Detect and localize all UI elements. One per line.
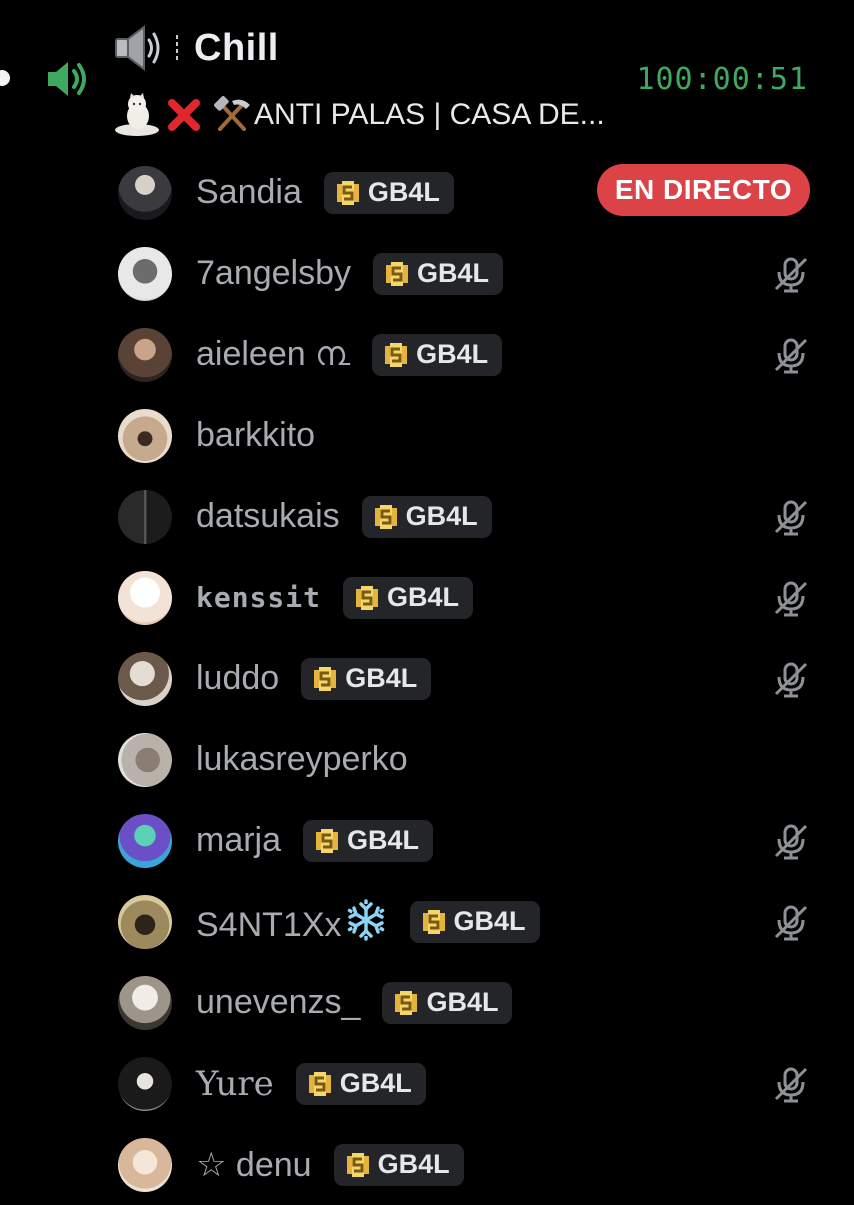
server-tag[interactable]: GB4L — [373, 252, 504, 295]
avatar — [118, 165, 172, 220]
member-row[interactable]: S4NT1Xx GB4L — [118, 881, 818, 962]
avatar — [118, 813, 172, 868]
channel-status: ANTI PALAS | CASA DE... — [112, 90, 605, 140]
member-name: barkkito — [196, 416, 316, 454]
unread-indicator — [0, 70, 10, 86]
member-name: 7angelsby — [196, 254, 352, 292]
member-row[interactable]: Sandia GB4L EN DIRECTO — [118, 152, 818, 233]
server-tag-label: GB4L — [416, 339, 489, 369]
member-name: marja — [196, 821, 282, 859]
member-name: unevenzs_ — [196, 983, 361, 1021]
coin-icon — [308, 1071, 331, 1096]
mic-muted-icon — [774, 500, 808, 536]
server-tag-label: GB4L — [347, 825, 420, 855]
speaker-icon — [115, 25, 160, 71]
voice-channel-header[interactable]: Chill 100:00:51 ANTI PALAS | CASA DE... — [112, 20, 832, 140]
server-tag-label: GB4L — [417, 258, 490, 288]
server-tag-label: GB4L — [367, 177, 440, 207]
server-tag-label: GB4L — [339, 1068, 412, 1098]
member-row[interactable]: lukasreyperko — [118, 719, 818, 800]
mic-muted-icon — [774, 1067, 808, 1103]
server-tag[interactable]: GB4L — [301, 657, 432, 700]
voice-member-list: Sandia GB4L EN DIRECTO 7angelsby GB4L ai… — [118, 152, 818, 1205]
member-row[interactable]: ☆ denu GB4L — [118, 1124, 818, 1205]
avatar — [118, 327, 172, 382]
red-x-icon — [168, 99, 200, 131]
coin-icon — [395, 990, 418, 1015]
member-name: datsukais — [196, 497, 340, 535]
cat-sticker-icon — [115, 93, 159, 136]
avatar — [118, 246, 172, 301]
channel-name: Chill — [194, 26, 279, 69]
server-tag[interactable]: GB4L — [303, 819, 434, 862]
mic-muted-icon — [774, 581, 808, 617]
coin-icon — [386, 261, 409, 286]
avatar — [118, 1137, 172, 1192]
server-tag[interactable]: GB4L — [409, 900, 540, 943]
server-tag[interactable]: GB4L — [343, 576, 474, 619]
server-tag-label: GB4L — [345, 663, 418, 693]
member-row[interactable]: unevenzs_ GB4L — [118, 962, 818, 1043]
coin-icon — [316, 828, 339, 853]
server-tag[interactable]: GB4L — [372, 333, 503, 376]
avatar — [118, 651, 172, 706]
member-row[interactable]: aieleen ൩ GB4L — [118, 314, 818, 395]
member-row[interactable]: Yure GB4L — [118, 1043, 818, 1124]
member-row[interactable]: kenssit GB4L — [118, 557, 818, 638]
snowflake-icon — [347, 899, 384, 941]
server-tag-label: GB4L — [377, 1149, 450, 1179]
member-name: Yure — [196, 1063, 274, 1104]
member-row[interactable]: marja GB4L — [118, 800, 818, 881]
server-tag[interactable]: GB4L — [382, 981, 513, 1024]
coin-icon — [314, 666, 337, 691]
member-name: lukasreyperko — [196, 740, 408, 778]
member-name: ☆ denu — [196, 1145, 312, 1184]
coin-icon — [356, 585, 379, 610]
avatar — [118, 489, 172, 544]
mic-muted-icon — [774, 257, 808, 293]
avatar — [118, 1056, 172, 1111]
member-name: aieleen ൩ — [196, 335, 351, 373]
coin-icon — [346, 1152, 369, 1177]
live-badge[interactable]: EN DIRECTO — [596, 164, 810, 216]
coin-icon — [374, 504, 397, 529]
mic-muted-icon — [774, 338, 808, 374]
member-row[interactable]: 7angelsby GB4L — [118, 233, 818, 314]
channel-status-text: ANTI PALAS | CASA DE... — [254, 98, 605, 131]
avatar — [118, 570, 172, 625]
mic-muted-icon — [774, 905, 808, 941]
server-tag[interactable]: GB4L — [323, 171, 454, 214]
member-row[interactable]: barkkito — [118, 395, 818, 476]
mic-muted-icon — [774, 662, 808, 698]
member-name: kenssit — [196, 581, 322, 614]
mic-muted-icon — [774, 824, 808, 860]
server-tag-label: GB4L — [387, 582, 460, 612]
member-name: Sandia — [196, 173, 302, 211]
server-tag[interactable]: GB4L — [333, 1143, 464, 1186]
server-tag-label: GB4L — [405, 501, 478, 531]
channel-title-row: Chill — [112, 20, 279, 76]
coin-icon — [422, 909, 445, 934]
member-name: S4NT1Xx — [196, 898, 388, 945]
avatar — [118, 732, 172, 787]
member-row[interactable]: datsukais GB4L — [118, 476, 818, 557]
server-tag[interactable]: GB4L — [361, 495, 492, 538]
pick-hammer-icon — [214, 96, 250, 131]
coin-icon — [385, 342, 408, 367]
avatar — [118, 408, 172, 463]
elapsed-timer: 100:00:51 — [636, 62, 808, 97]
server-tag-label: GB4L — [453, 906, 526, 936]
member-name: luddo — [196, 659, 280, 697]
member-row[interactable]: luddo GB4L — [118, 638, 818, 719]
avatar — [118, 975, 172, 1030]
server-tag[interactable]: GB4L — [295, 1062, 426, 1105]
server-tag-label: GB4L — [426, 987, 499, 1017]
voice-active-icon — [48, 62, 86, 96]
avatar — [118, 894, 172, 949]
channel-divider — [176, 35, 178, 61]
coin-icon — [336, 180, 359, 205]
